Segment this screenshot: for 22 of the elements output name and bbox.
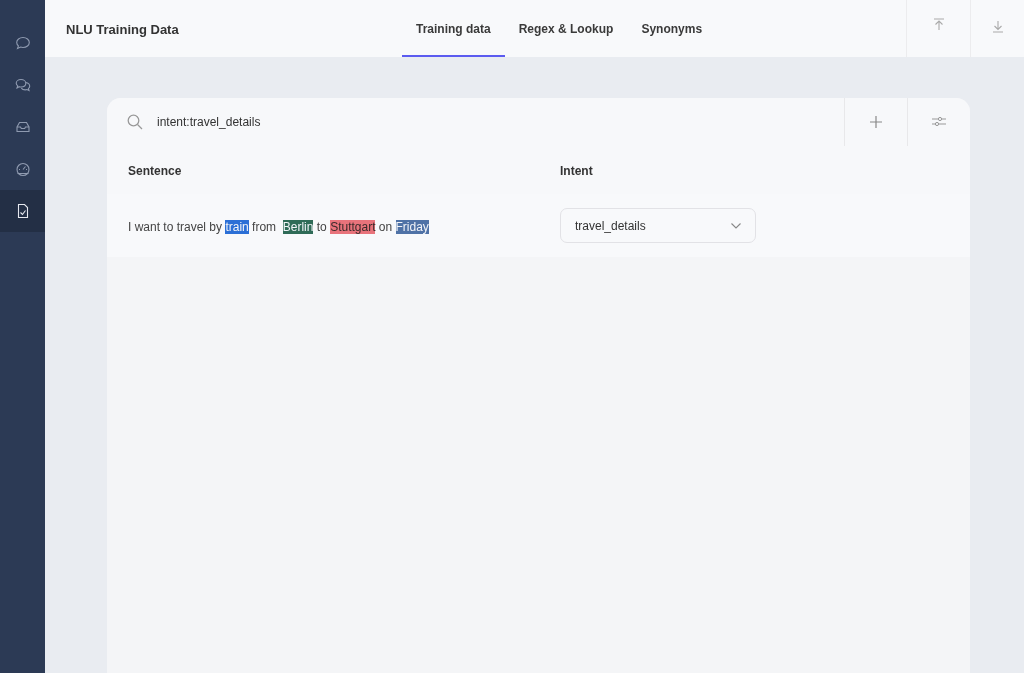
gauge-icon [14, 161, 31, 177]
tab[interactable]: Synonyms [627, 12, 717, 57]
speech-bubble-icon [14, 35, 31, 51]
speech-bubbles-icon [14, 77, 31, 93]
sliders-icon [932, 116, 946, 128]
inbox-icon [14, 119, 31, 135]
sidebar-item[interactable] [0, 190, 45, 232]
search-field[interactable]: intent:travel_details [157, 113, 457, 131]
chevron-down-icon [731, 222, 741, 229]
column-header: Intent [560, 164, 593, 178]
entity-highlight: train [225, 219, 249, 234]
plus-icon [870, 116, 882, 128]
column-header: Sentence [128, 164, 182, 178]
download-icon [991, 20, 1004, 33]
page-title: NLU Training Data [66, 22, 179, 37]
search-icon [127, 114, 143, 130]
tab[interactable]: Regex & Lookup [504, 12, 628, 57]
entity-highlight: Berlin [282, 219, 314, 234]
entity-highlight: Friday [395, 219, 429, 234]
tab[interactable]: Training data [402, 12, 505, 57]
intent-dropdown[interactable]: travel_details [560, 208, 756, 243]
upload-icon [932, 18, 945, 31]
